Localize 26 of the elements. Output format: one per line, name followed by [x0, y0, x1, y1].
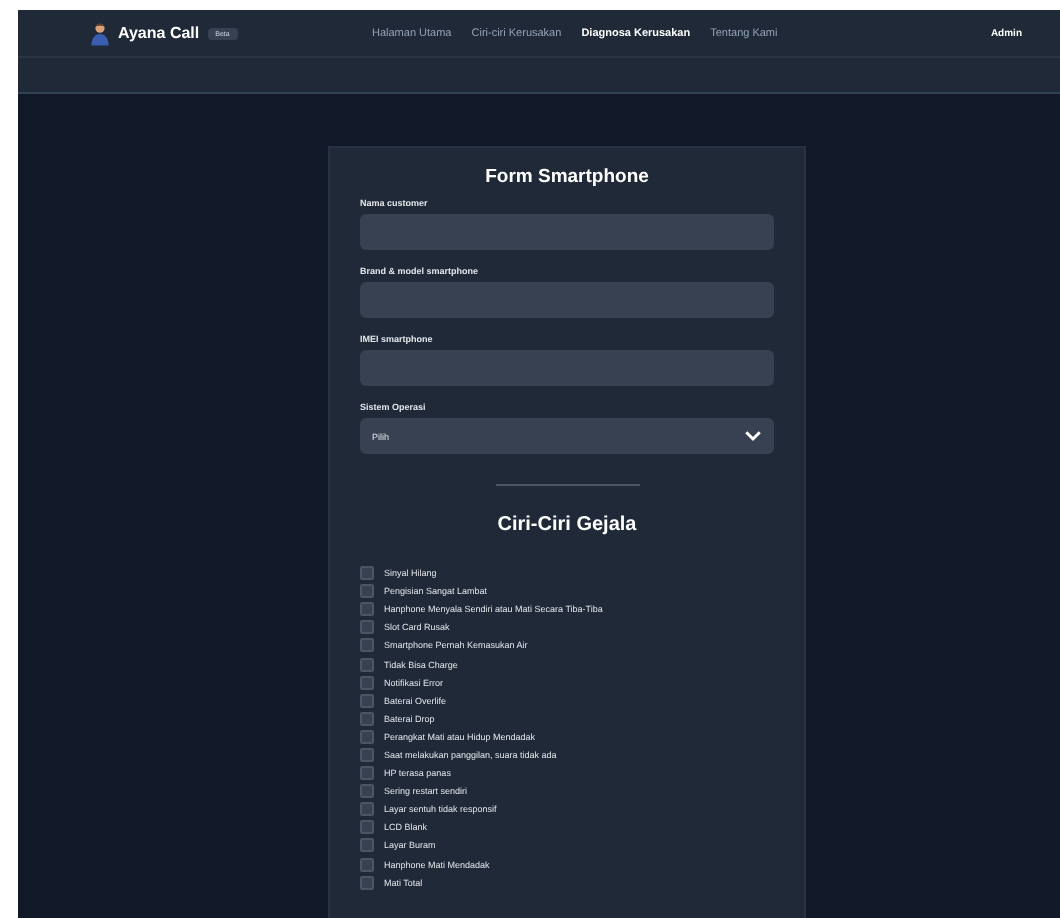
- checkbox[interactable]: [360, 766, 374, 781]
- checkbox[interactable]: [360, 857, 374, 872]
- checkbox[interactable]: [360, 675, 374, 690]
- input-field[interactable]: [360, 350, 774, 386]
- input-field[interactable]: [360, 214, 774, 250]
- checkbox[interactable]: [360, 784, 374, 799]
- brand-name[interactable]: Ayana Call: [118, 24, 200, 42]
- checkbox[interactable]: [360, 620, 374, 635]
- checkbox[interactable]: [360, 820, 374, 835]
- checkbox[interactable]: [360, 711, 374, 726]
- checkbox[interactable]: [360, 747, 374, 762]
- checkbox[interactable]: [360, 584, 374, 599]
- checkbox[interactable]: [360, 657, 374, 672]
- checkbox[interactable]: [360, 729, 374, 744]
- input-field[interactable]: [360, 282, 774, 318]
- checkbox[interactable]: [360, 693, 374, 708]
- checkbox[interactable]: [360, 838, 374, 853]
- section-title: Ciri-Ciri Gejala: [495, 514, 639, 536]
- checkbox[interactable]: [360, 602, 374, 617]
- checkbox[interactable]: [360, 875, 374, 890]
- form-title: Form Smartphone: [483, 166, 651, 188]
- person-logo-icon: [90, 21, 110, 45]
- checkbox[interactable]: [360, 638, 374, 653]
- chevron-down-icon: [744, 430, 762, 442]
- checkbox[interactable]: [360, 566, 374, 581]
- checkbox[interactable]: [360, 802, 374, 817]
